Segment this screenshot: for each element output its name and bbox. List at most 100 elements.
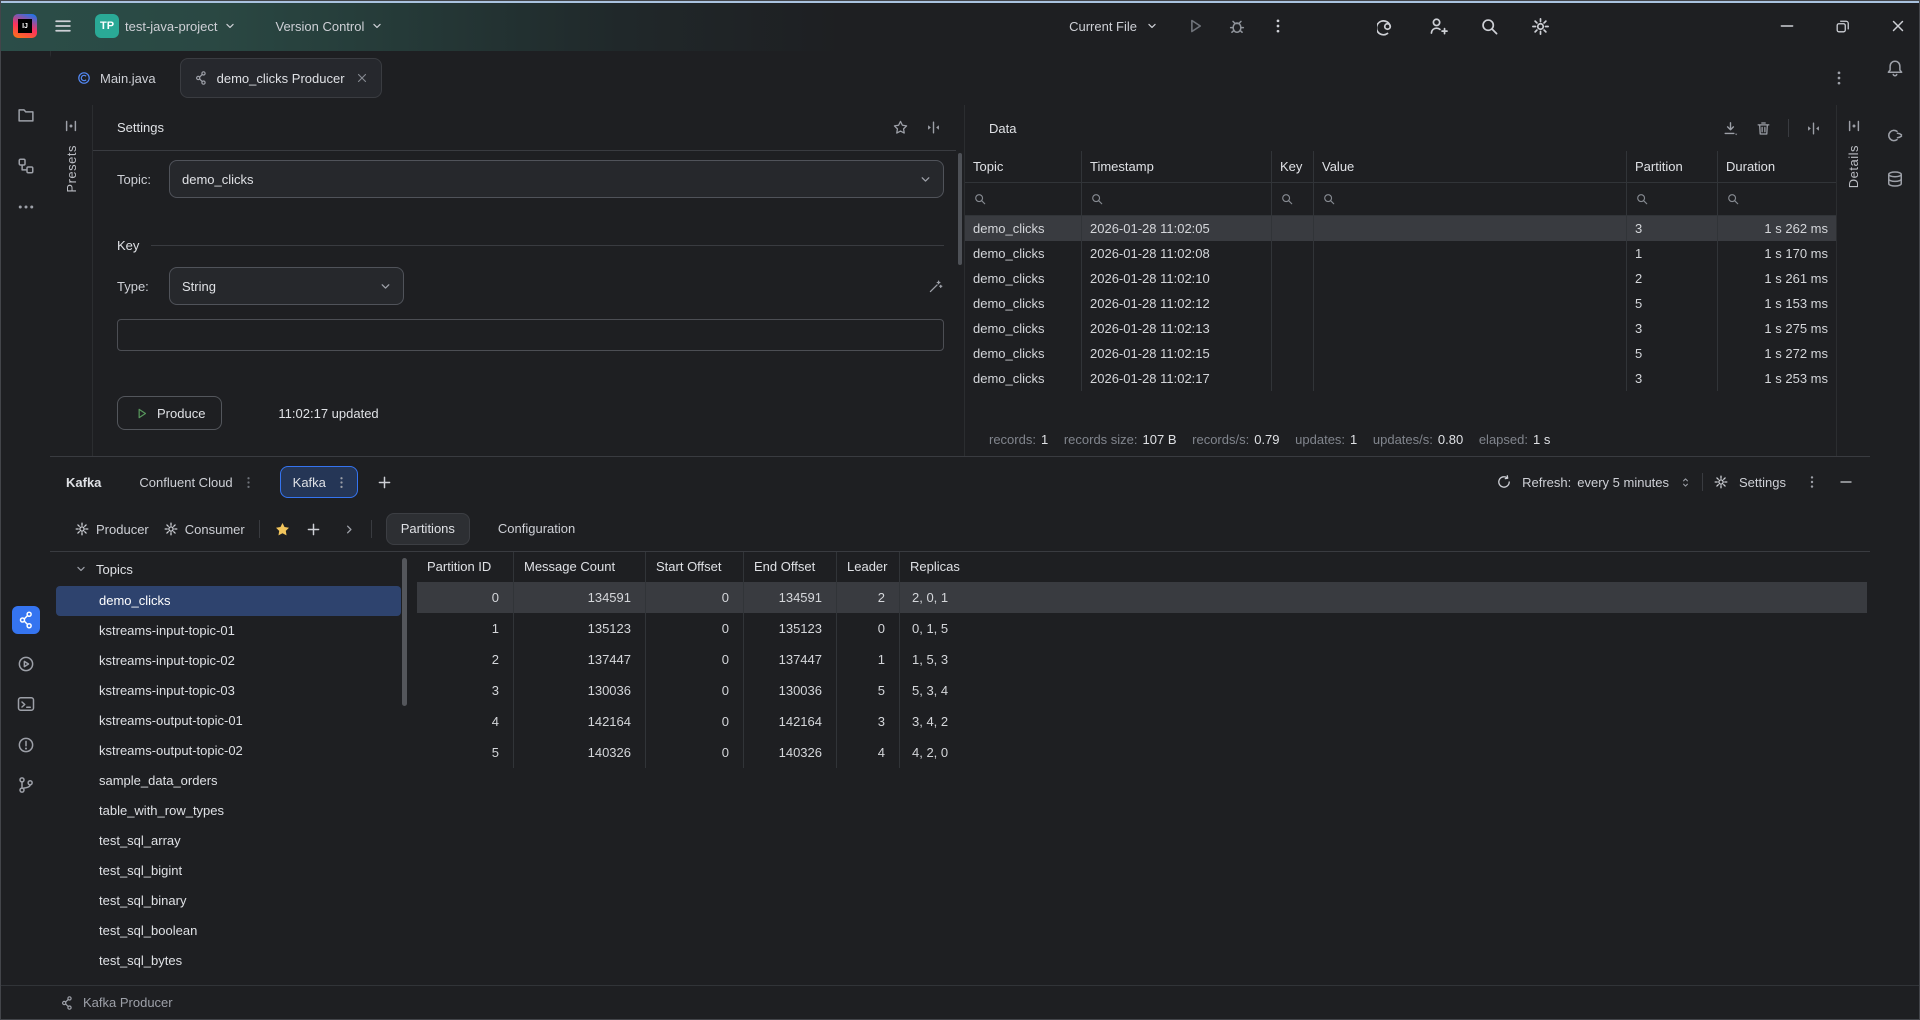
record-row[interactable]: demo_clicks2026-01-28 11:02:1331 s 275 m… xyxy=(965,316,1836,341)
search-everywhere-button[interactable] xyxy=(1479,16,1500,37)
partition-row[interactable]: 1135123013512300, 1, 5 xyxy=(417,613,1867,644)
new-consumer-button[interactable]: Consumer xyxy=(163,521,245,537)
status-text[interactable]: Kafka Producer xyxy=(83,995,173,1010)
topic-item[interactable]: demo_clicks xyxy=(56,586,401,616)
main-menu-button[interactable] xyxy=(47,10,79,42)
refresh-icon[interactable] xyxy=(1496,474,1512,490)
new-producer-button[interactable]: Producer xyxy=(74,521,149,537)
produce-button[interactable]: Produce xyxy=(117,396,222,430)
tab-options-icon[interactable] xyxy=(241,475,256,490)
settings-gear-button[interactable] xyxy=(1530,16,1551,37)
structure-tool-button[interactable] xyxy=(12,152,40,180)
version-control-tool-button[interactable] xyxy=(12,771,40,799)
presets-strip-label[interactable]: Presets xyxy=(64,145,79,193)
topic-item[interactable]: kstreams-output-topic-01 xyxy=(56,706,401,736)
column-header[interactable]: Duration xyxy=(1718,151,1836,183)
key-type-combobox[interactable]: String xyxy=(169,267,404,305)
database-tool-button[interactable] xyxy=(1881,165,1909,193)
topic-item[interactable]: test_sql_bytes xyxy=(56,946,401,976)
more-tool-windows-button[interactable] xyxy=(12,193,40,221)
record-row[interactable]: demo_clicks2026-01-28 11:02:1251 s 153 m… xyxy=(965,291,1836,316)
partition-row[interactable]: 4142164014216433, 4, 2 xyxy=(417,706,1867,737)
topics-scrollbar[interactable] xyxy=(402,558,407,706)
topic-item[interactable]: test_sql_array xyxy=(56,826,401,856)
partition-row[interactable]: 0134591013459122, 0, 1 xyxy=(417,582,1867,613)
add-connection-button[interactable] xyxy=(376,474,393,491)
topic-item[interactable]: kstreams-input-topic-03 xyxy=(56,676,401,706)
topic-item[interactable]: kstreams-input-topic-01 xyxy=(56,616,401,646)
run-configuration-widget[interactable]: Current File xyxy=(1065,15,1163,38)
connection-tab-kafka[interactable]: Kafka xyxy=(280,466,358,498)
record-row[interactable]: demo_clicks2026-01-28 11:02:0531 s 262 m… xyxy=(965,216,1836,241)
topic-item[interactable]: sample_data_orders xyxy=(56,766,401,796)
terminal-tool-button[interactable] xyxy=(12,690,40,718)
more-actions-button[interactable] xyxy=(1269,17,1287,35)
topic-item[interactable]: table_with_row_types xyxy=(56,796,401,826)
column-header[interactable]: Partition ID xyxy=(417,552,514,582)
generate-value-wand-icon[interactable] xyxy=(927,278,944,295)
chevron-right-icon[interactable] xyxy=(342,522,357,537)
favorites-star-icon[interactable] xyxy=(274,521,291,538)
editor-options-button[interactable] xyxy=(1830,69,1848,87)
add-button[interactable] xyxy=(305,521,322,538)
remote-tool-button[interactable] xyxy=(1881,121,1909,149)
column-filter[interactable] xyxy=(1718,183,1836,216)
tool-window-options-button[interactable] xyxy=(1804,474,1820,490)
details-panel-icon[interactable] xyxy=(1845,117,1863,135)
connection-tab-confluent[interactable]: Confluent Cloud xyxy=(135,475,259,490)
minimize-window-button[interactable] xyxy=(1778,17,1796,35)
collapse-panel-icon[interactable] xyxy=(925,119,942,136)
record-row[interactable]: demo_clicks2026-01-28 11:02:1551 s 272 m… xyxy=(965,341,1836,366)
collapse-panel-icon[interactable] xyxy=(1805,120,1822,137)
clear-trash-icon[interactable] xyxy=(1755,120,1772,137)
presets-panel-icon[interactable] xyxy=(62,117,80,135)
kafka-settings-button[interactable]: Settings xyxy=(1739,475,1786,490)
topic-item[interactable]: test_sql_binary xyxy=(56,886,401,916)
tab-partitions[interactable]: Partitions xyxy=(386,513,470,545)
notifications-button[interactable] xyxy=(1881,54,1909,82)
column-header[interactable]: Value xyxy=(1314,151,1627,183)
details-strip-label[interactable]: Details xyxy=(1846,145,1861,188)
partition-row[interactable]: 3130036013003655, 3, 4 xyxy=(417,675,1867,706)
spinner-arrows-icon[interactable] xyxy=(1679,476,1692,489)
services-tool-button[interactable] xyxy=(12,650,40,678)
key-value-input[interactable] xyxy=(117,319,944,351)
column-header[interactable]: Replicas xyxy=(900,552,1867,582)
project-widget[interactable]: TP test-java-project xyxy=(89,8,243,44)
hide-tool-window-button[interactable] xyxy=(1838,474,1854,490)
topic-combobox[interactable]: demo_clicks xyxy=(169,160,944,198)
column-filter[interactable] xyxy=(1314,183,1627,216)
close-window-button[interactable] xyxy=(1889,17,1907,35)
settings-scrollbar[interactable] xyxy=(958,153,962,265)
tab-configuration[interactable]: Configuration xyxy=(484,514,589,544)
close-tab-icon[interactable] xyxy=(355,71,369,85)
problems-tool-button[interactable] xyxy=(12,731,40,759)
ai-assistant-button[interactable] xyxy=(1377,16,1398,37)
topic-item[interactable]: test_sql_bigint xyxy=(56,856,401,886)
column-filter[interactable] xyxy=(1627,183,1718,216)
kafka-tool-button[interactable] xyxy=(12,606,40,634)
partition-row[interactable]: 2137447013744711, 5, 3 xyxy=(417,644,1867,675)
record-row[interactable]: demo_clicks2026-01-28 11:02:1731 s 253 m… xyxy=(965,366,1836,391)
column-filter[interactable] xyxy=(1082,183,1272,216)
project-tool-button[interactable] xyxy=(12,101,40,129)
column-filter[interactable] xyxy=(1272,183,1314,216)
column-header[interactable]: Timestamp xyxy=(1082,151,1272,183)
topic-item[interactable]: kstreams-input-topic-02 xyxy=(56,646,401,676)
restore-window-button[interactable] xyxy=(1834,18,1851,35)
run-button[interactable] xyxy=(1185,16,1205,36)
topic-item[interactable]: kstreams-output-topic-02 xyxy=(56,736,401,766)
record-row[interactable]: demo_clicks2026-01-28 11:02:0811 s 170 m… xyxy=(965,241,1836,266)
column-filter[interactable] xyxy=(965,183,1082,216)
record-row[interactable]: demo_clicks2026-01-28 11:02:1021 s 261 m… xyxy=(965,266,1836,291)
favorite-star-icon[interactable] xyxy=(892,119,909,136)
topics-root-node[interactable]: Topics xyxy=(50,552,410,586)
column-header[interactable]: Leader xyxy=(837,552,900,582)
tab-producer[interactable]: demo_clicks Producer xyxy=(180,58,382,98)
tab-main-java[interactable]: Main.java xyxy=(76,70,156,86)
vcs-widget[interactable]: Version Control xyxy=(269,13,390,40)
partition-row[interactable]: 5140326014032644, 2, 0 xyxy=(417,737,1867,768)
column-header[interactable]: Message Count xyxy=(514,552,646,582)
refresh-interval-select[interactable]: every 5 minutes xyxy=(1577,475,1669,490)
topic-item[interactable]: test_sql_boolean xyxy=(56,916,401,946)
